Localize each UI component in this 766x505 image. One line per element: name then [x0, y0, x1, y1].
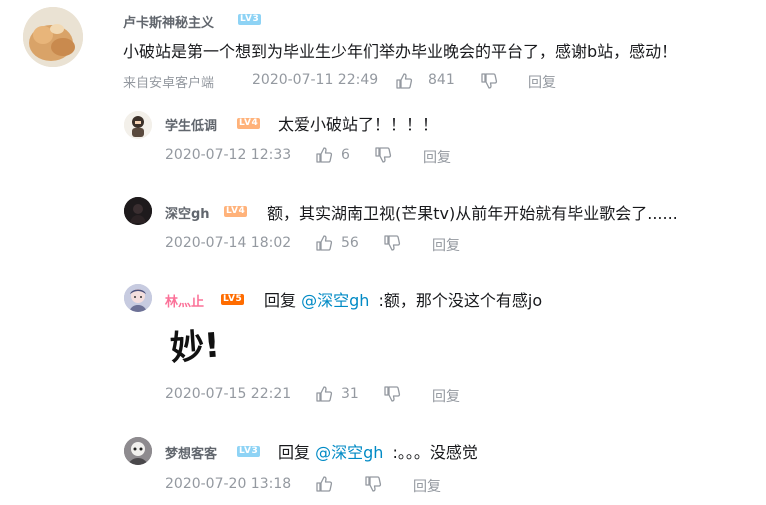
- avatar[interactable]: [124, 437, 152, 465]
- like-count: 841: [428, 72, 455, 88]
- thumb-up-icon[interactable]: [315, 234, 333, 252]
- thumb-down-icon[interactable]: [374, 146, 392, 164]
- reply-button[interactable]: 回复: [432, 386, 460, 406]
- like-count: 6: [341, 147, 350, 163]
- reply-prefix: 回复: [264, 291, 297, 310]
- mention-link[interactable]: @深空gh: [315, 443, 383, 462]
- avatar[interactable]: [124, 111, 152, 139]
- avatar[interactable]: [124, 197, 152, 225]
- reply-time: 2020-07-14 18:02: [165, 235, 292, 251]
- level-badge: LV3: [237, 446, 261, 457]
- level-badge: LV4: [237, 118, 261, 129]
- username[interactable]: 卢卡斯神秘主义: [123, 12, 214, 31]
- thumb-down-icon[interactable]: [383, 234, 401, 252]
- thumb-down-icon[interactable]: [480, 72, 498, 90]
- thumb-up-icon[interactable]: [315, 475, 333, 493]
- reply-time: 2020-07-20 13:18: [165, 476, 292, 492]
- thumb-up-icon[interactable]: [395, 72, 413, 90]
- like-count: 31: [341, 386, 359, 402]
- reply-body: :。。。没感觉: [392, 443, 478, 462]
- thumb-up-icon[interactable]: [315, 146, 333, 164]
- reply-text: 额，其实湖南卫视(芒果tv)从前年开始就有毕业歌会了......: [267, 204, 678, 223]
- reply-text: 太爱小破站了！！！！: [278, 115, 439, 134]
- reply-body: :额，那个没这个有感jo: [378, 291, 543, 310]
- reply-prefix: 回复: [278, 443, 311, 462]
- thumb-down-icon[interactable]: [364, 475, 382, 493]
- username[interactable]: 深空gh: [165, 203, 210, 222]
- comment-source: 来自安卓客户端: [123, 76, 215, 91]
- username[interactable]: 梦想客客: [165, 443, 217, 462]
- reply-button[interactable]: 回复: [528, 72, 556, 92]
- level-badge: LV4: [224, 206, 248, 217]
- thumb-down-icon[interactable]: [383, 385, 401, 403]
- avatar[interactable]: [23, 7, 83, 67]
- level-badge: LV5: [221, 294, 245, 305]
- comment-text: 小破站是第一个想到为毕业生少年们举办毕业晚会的平台了，感谢b站，感动！: [123, 42, 678, 61]
- username[interactable]: 林灬止: [165, 291, 204, 310]
- mention-link[interactable]: @深空gh: [301, 291, 369, 310]
- reply-text: 回复 @深空gh :。。。没感觉: [278, 439, 478, 463]
- reply-text: 回复 @深空gh :额，那个没这个有感jo: [264, 287, 542, 311]
- level-badge: LV3: [238, 14, 262, 25]
- reply-button[interactable]: 回复: [423, 147, 451, 167]
- reply-time: 2020-07-12 12:33: [165, 147, 292, 163]
- username[interactable]: 学生低调: [165, 115, 217, 134]
- reply-button[interactable]: 回复: [432, 235, 460, 255]
- reply-time: 2020-07-15 22:21: [165, 386, 292, 402]
- thumb-up-icon[interactable]: [315, 385, 333, 403]
- like-count: 56: [341, 235, 359, 251]
- reply-button[interactable]: 回复: [413, 476, 441, 496]
- sticker-text: 妙!: [169, 326, 221, 366]
- sticker-image: 妙!: [168, 320, 228, 369]
- avatar[interactable]: [124, 284, 152, 312]
- comment-time: 2020-07-11 22:49: [252, 72, 379, 88]
